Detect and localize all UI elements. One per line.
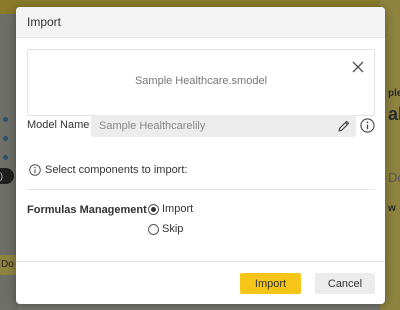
radio-selected-icon[interactable]	[148, 204, 159, 215]
divider	[27, 189, 375, 190]
model-name-label: Model Name	[27, 119, 90, 131]
radio-skip-label: Skip	[162, 223, 184, 235]
footer-divider	[16, 261, 385, 262]
import-dialog: Import Sample Healthcare.smodel Model Na…	[16, 7, 385, 304]
background-dot	[3, 117, 8, 122]
background-dot	[3, 136, 8, 141]
select-components-text: Select components to import:	[45, 164, 188, 176]
info-icon[interactable]	[360, 118, 375, 133]
background-fragment: w	[388, 203, 396, 214]
close-icon[interactable]	[351, 60, 365, 74]
formulas-management-label: Formulas Management	[27, 204, 147, 216]
radio-import-label: Import	[162, 203, 194, 215]
file-drop-area[interactable]: Sample Healthcare.smodel	[27, 49, 375, 116]
background-fragment: ple	[388, 88, 400, 99]
model-name-input[interactable]	[91, 115, 331, 137]
model-name-field	[91, 115, 356, 137]
cancel-button[interactable]: Cancel	[315, 273, 375, 294]
info-icon	[29, 164, 41, 176]
radio-unselected-icon[interactable]	[148, 224, 159, 235]
background-fragment: Do	[388, 170, 400, 185]
import-button[interactable]: Import	[240, 273, 301, 294]
file-name: Sample Healthcare.smodel	[134, 75, 268, 87]
dialog-header: Import	[16, 7, 385, 38]
model-name-row: Model Name	[27, 115, 375, 137]
background-dot	[3, 155, 8, 160]
pencil-icon[interactable]	[337, 119, 351, 133]
dialog-title: Import	[27, 15, 62, 29]
background-fragment: al	[388, 104, 400, 124]
